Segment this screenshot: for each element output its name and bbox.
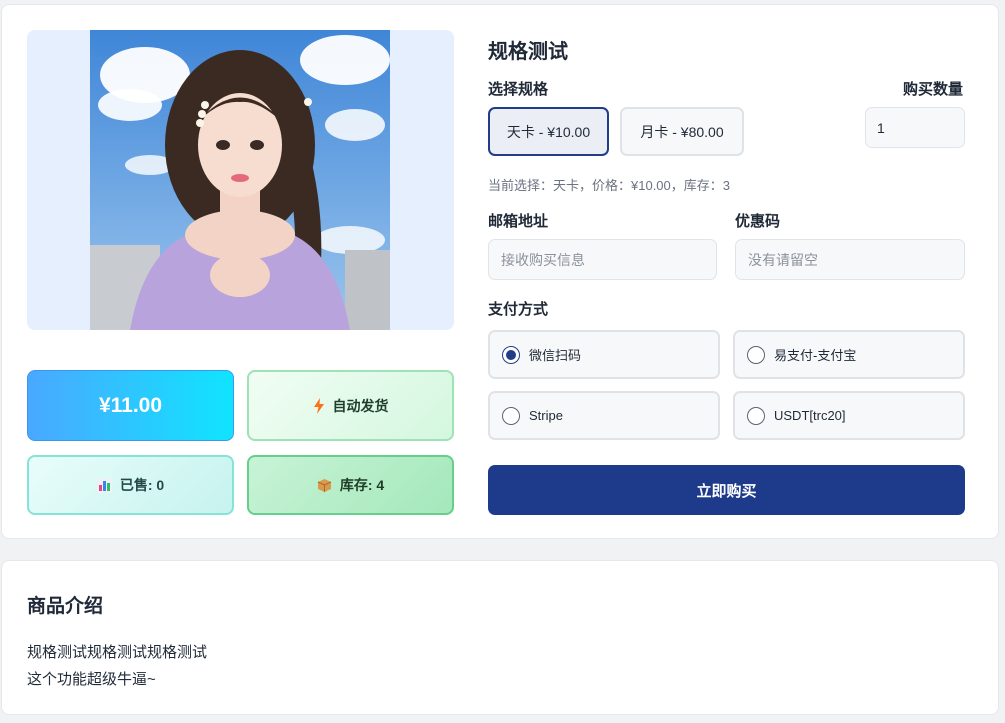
delivery-label: 自动发货	[332, 397, 389, 414]
price-badge: ¥11.00	[27, 370, 234, 441]
coupon-label: 优惠码	[735, 213, 781, 230]
quantity-input[interactable]	[865, 107, 965, 148]
coupon-input[interactable]	[735, 239, 965, 280]
price-value: ¥11.00	[98, 393, 163, 417]
radio-checked-icon[interactable]	[502, 345, 520, 364]
payment-option-wechat[interactable]: 微信扫码	[488, 330, 720, 379]
current-selection-hint: 当前选择：天卡，价格：¥10.00，库存：3	[488, 178, 730, 193]
sold-count-badge: 已售: 0	[27, 455, 234, 515]
intro-title: 商品介绍	[27, 596, 104, 617]
quantity-label: 购买数量	[902, 81, 963, 98]
email-label: 邮箱地址	[488, 213, 549, 230]
radio-icon[interactable]	[747, 345, 765, 364]
intro-line: 这个功能超级牛逼~	[27, 671, 156, 688]
payment-option-stripe[interactable]: Stripe	[488, 391, 720, 440]
payment-label: 支付方式	[488, 301, 549, 318]
product-image-panel	[27, 30, 454, 330]
email-input[interactable]	[488, 239, 717, 280]
radio-icon[interactable]	[502, 406, 520, 425]
spec-option-month[interactable]: 月卡 - ¥80.00	[620, 107, 744, 156]
intro-line: 规格测试规格测试规格测试	[27, 644, 208, 661]
buy-now-button[interactable]: 立即购买	[488, 465, 965, 515]
sold-label: 已售: 0	[119, 477, 165, 493]
product-photo	[90, 30, 390, 330]
bar-chart-icon	[96, 477, 112, 493]
product-intro-card: 商品介绍 规格测试规格测试规格测试 这个功能超级牛逼~	[1, 560, 999, 715]
payment-option-alipay[interactable]: 易支付-支付宝	[733, 330, 965, 379]
auto-delivery-badge: 自动发货	[247, 370, 454, 441]
spec-option-day[interactable]: 天卡 - ¥10.00	[488, 107, 609, 156]
lightning-icon	[313, 397, 324, 414]
package-icon	[317, 478, 332, 492]
stock-count-badge: 库存: 4	[247, 455, 454, 515]
stock-label: 库存: 4	[339, 477, 385, 493]
product-card: ¥11.00 自动发货 已售: 0 库存: 4 规格测试 选择规格 购买数量 天…	[1, 4, 999, 539]
radio-icon[interactable]	[747, 406, 765, 425]
product-title: 规格测试	[488, 41, 568, 63]
spec-label: 选择规格	[488, 81, 549, 98]
payment-option-usdt[interactable]: USDT[trc20]	[733, 391, 965, 440]
